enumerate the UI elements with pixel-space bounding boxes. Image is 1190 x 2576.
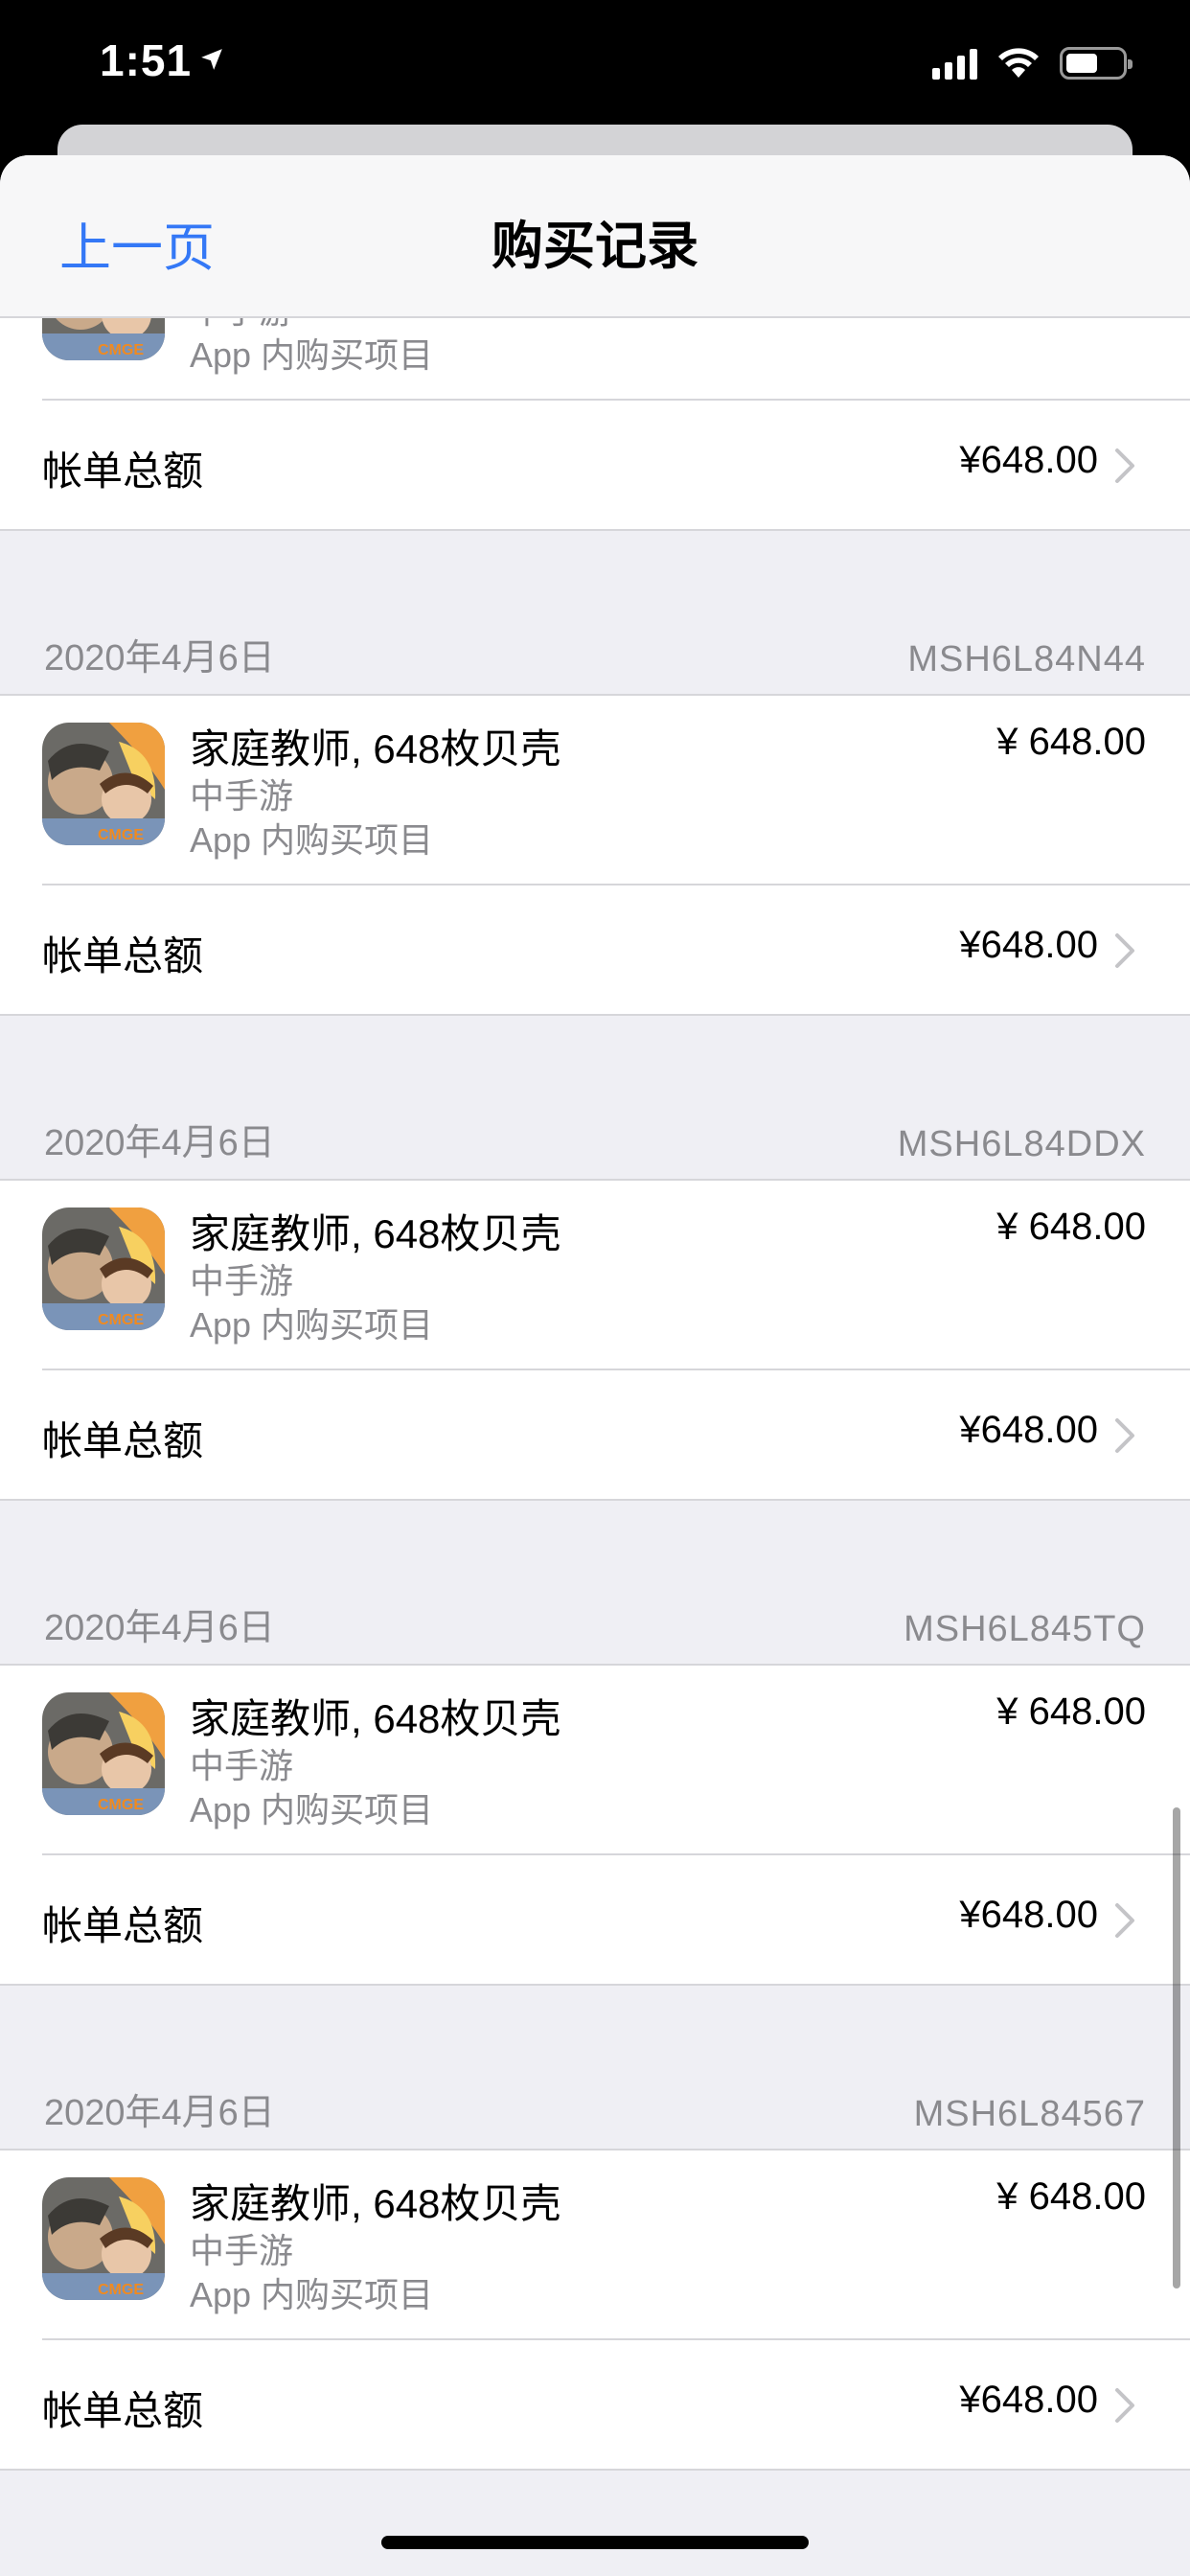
item-developer: 中手游: [190, 2231, 294, 2270]
app-icon-artwork: CMGE: [42, 1692, 165, 1815]
item-price: ¥ 648.00: [996, 721, 1146, 763]
svg-text:CMGE: CMGE: [98, 1312, 144, 1328]
app-icon: CMGE: [42, 2177, 165, 2300]
svg-text:CMGE: CMGE: [98, 342, 144, 358]
chevron-right-icon: [1115, 2388, 1134, 2423]
bill-total-value: ¥648.00: [959, 924, 1098, 966]
item-type: App 内购买项目: [190, 2275, 434, 2314]
bill-total-value: ¥648.00: [959, 1894, 1098, 1936]
bill-total-label: 帐单总额: [42, 933, 204, 978]
page-title: 购买记录: [492, 218, 698, 275]
purchase-item-row[interactable]: CMGE 家庭教师, 648枚贝壳 中手游 App 内购买项目 ¥ 648.00: [0, 696, 1190, 884]
app-icon: CMGE: [42, 1208, 165, 1330]
app-icon: CMGE: [42, 723, 165, 845]
bill-total-row[interactable]: 帐单总额 ¥648.00: [0, 401, 1190, 529]
app-icon-artwork: CMGE: [42, 1208, 165, 1330]
item-developer: 中手游: [190, 1746, 294, 1785]
home-indicator[interactable]: [381, 2536, 809, 2549]
svg-text:CMGE: CMGE: [98, 2282, 144, 2298]
svg-text:CMGE: CMGE: [98, 1797, 144, 1813]
item-name: 家庭教师, 648枚贝壳: [190, 2181, 561, 2226]
purchase-date: 2020年4月6日: [44, 638, 275, 678]
bill-total-value: ¥648.00: [959, 1409, 1098, 1451]
group-header: 2020年4月6日 MSH6L84DDX: [0, 1116, 1190, 1179]
order-id: MSH6L84DDX: [897, 1124, 1146, 1164]
status-bar: 1:51: [0, 0, 1190, 125]
chevron-right-icon: [1115, 1418, 1134, 1453]
bill-total-label: 帐单总额: [42, 2388, 204, 2433]
bill-total-row[interactable]: 帐单总额 ¥648.00: [0, 886, 1190, 1014]
purchase-item-row[interactable]: CMGE 家庭教师, 648枚贝壳 中手游 App 内购买项目 ¥ 648.00: [0, 2150, 1190, 2338]
bill-total-label: 帐单总额: [42, 448, 204, 494]
purchase-item-row[interactable]: CMGE 家庭教师, 648枚贝壳 中手游 App 内购买项目 ¥ 648.00: [0, 1666, 1190, 1853]
svg-text:CMGE: CMGE: [98, 827, 144, 843]
item-price: ¥ 648.00: [996, 1690, 1146, 1733]
item-type: App 内购买项目: [190, 1305, 434, 1345]
purchase-date: 2020年4月6日: [44, 2093, 275, 2133]
item-price: ¥ 648.00: [996, 2175, 1146, 2218]
purchase-card: CMGE 家庭教师, 648枚贝壳 中手游 App 内购买项目 ¥ 648.00…: [0, 694, 1190, 1016]
item-price: ¥ 648.00: [996, 1206, 1146, 1248]
item-type: App 内购买项目: [190, 1790, 434, 1829]
group-header: 2020年4月6日 MSH6L845TQ: [0, 1600, 1190, 1664]
chevron-right-icon: [1115, 1903, 1134, 1938]
app-icon-artwork: CMGE: [42, 2177, 165, 2300]
item-name: 家庭教师, 648枚贝壳: [190, 726, 561, 771]
item-developer: 中手游: [190, 1261, 294, 1300]
bill-total-label: 帐单总额: [42, 1418, 204, 1463]
order-id: MSH6L845TQ: [904, 1609, 1146, 1649]
group-header: 2020年4月6日 MSH6L84567: [0, 2085, 1190, 2149]
bill-total-row[interactable]: 帐单总额 ¥648.00: [0, 1855, 1190, 1984]
item-type: App 内购买项目: [190, 335, 434, 375]
item-name: 家庭教师, 648枚贝壳: [190, 1696, 561, 1741]
navigation-bar: 上一页 购买记录: [0, 155, 1190, 318]
status-time-text: 1:51: [100, 35, 193, 85]
wifi-icon: [998, 48, 1039, 78]
purchase-card: CMGE 家庭教师, 648枚贝壳 中手游 App 内购买项目 ¥ 648.00…: [0, 1664, 1190, 1986]
item-type: App 内购买项目: [190, 820, 434, 860]
purchase-group: 2020年4月6日 MSH6L84N44 CMGE 家庭教师, 648枚贝壳 中…: [0, 631, 1190, 1016]
location-arrow-icon: [201, 49, 222, 70]
chevron-right-icon: [1115, 933, 1134, 968]
status-icons: [932, 44, 1133, 82]
purchase-group: 2020年4月6日 MSH6L845TQ CMGE 家庭教师, 648枚贝壳 中…: [0, 1600, 1190, 1986]
battery-icon: [1060, 47, 1133, 80]
purchase-card: CMGE 家庭教师, 648枚贝壳 中手游 App 内购买项目 ¥ 648.00…: [0, 2149, 1190, 2471]
purchase-group: 2020年4月6日 MSH6L84567 CMGE 家庭教师, 648枚贝壳 中…: [0, 2085, 1190, 2471]
item-developer: 中手游: [190, 776, 294, 816]
purchase-date: 2020年4月6日: [44, 1608, 275, 1648]
chevron-right-icon: [1115, 448, 1134, 483]
item-name: 家庭教师, 648枚贝壳: [190, 1211, 561, 1256]
cellular-signal-icon: [932, 47, 977, 80]
group-header: 2020年4月6日 MSH6L84N44: [0, 631, 1190, 694]
purchase-group: 2020年4月6日 MSH6L84DDX CMGE 家庭教师, 648枚贝壳 中…: [0, 1116, 1190, 1501]
order-id: MSH6L84N44: [907, 639, 1146, 679]
purchase-card: CMGE 家庭教师, 648枚贝壳 中手游 App 内购买项目 ¥ 648.00…: [0, 1179, 1190, 1501]
order-id: MSH6L84567: [913, 2094, 1146, 2134]
bill-total-value: ¥648.00: [959, 439, 1098, 481]
bill-total-label: 帐单总额: [42, 1903, 204, 1948]
purchase-date: 2020年4月6日: [44, 1123, 275, 1163]
purchase-item-row[interactable]: CMGE 家庭教师, 648枚贝壳 中手游 App 内购买项目 ¥ 648.00: [0, 1181, 1190, 1368]
app-icon: CMGE: [42, 1692, 165, 1815]
bill-total-value: ¥648.00: [959, 2379, 1098, 2421]
bill-total-row[interactable]: 帐单总额 ¥648.00: [0, 1370, 1190, 1499]
scrollbar[interactable]: [1173, 1807, 1180, 2288]
bill-total-row[interactable]: 帐单总额 ¥648.00: [0, 2340, 1190, 2469]
app-icon-artwork: CMGE: [42, 723, 165, 845]
status-time: 1:51: [100, 34, 224, 86]
purchase-history-sheet[interactable]: 上一页 购买记录 2020年4月6日 MSH6L84RVM: [0, 155, 1190, 2576]
